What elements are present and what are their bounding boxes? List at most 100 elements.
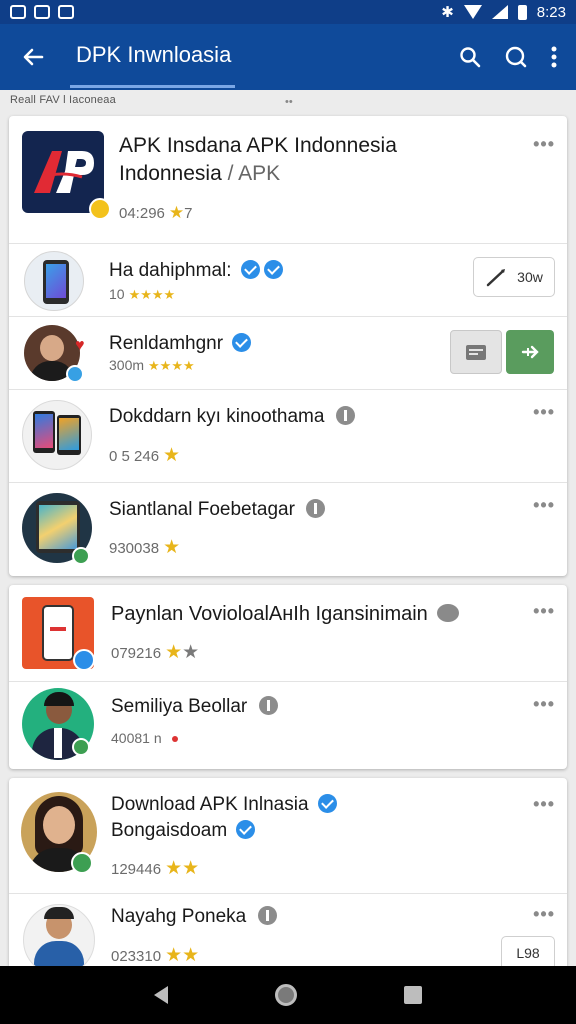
folder-button[interactable] [450,330,502,374]
badge-icon [66,365,84,383]
more-options-icon[interactable]: ••• [533,495,555,516]
app-meta: 930038 ★ [109,536,180,559]
app-name-text: Dokddarn kyı kinoothama [109,406,325,427]
send-button[interactable] [506,330,554,374]
list-item[interactable]: Nayahg Poneka 023310 ★★ ••• L98 [9,894,567,966]
verified-icon [236,820,256,839]
app-name: Ha dahiphmal: [109,260,283,282]
avatar [23,904,95,966]
verified-icon [232,333,252,352]
download-count: 300m [109,357,145,373]
phone-image-icon [43,260,69,304]
app-name-text: Siantlanal Foebetagar [109,499,295,520]
app-subtitle: Bongaisdoam [111,820,256,842]
folder-icon [466,345,486,360]
more-options-icon[interactable]: ••• [533,601,555,622]
page-title: DPK Inwnloasia [76,42,232,67]
status-bar: ✱ 8:23 [0,0,576,24]
rating-stars: ★★ [165,945,200,966]
rating-stars: ★★ [165,858,200,879]
app-name: Paynlan VoviolоalAнIh Igansinimain [111,603,460,626]
rating-stars: ★ [168,203,185,222]
more-options-icon[interactable]: ••• [533,904,555,925]
rating-stars: ★ [163,537,181,558]
list-item[interactable]: Semiliya Beollar 40081 n ••• [9,682,567,769]
system-nav-bar [0,966,576,1024]
avatar [22,400,92,470]
app-subtitle-text: Bongaisdoam [111,820,228,841]
edit-icon [486,269,506,287]
avatar [24,251,84,311]
bluetooth-icon: ✱ [441,4,454,21]
list-item[interactable]: Paynlan VoviolоalAнIh Igansinimain 07921… [9,585,567,682]
app-meta: 023310 ★★ [111,944,199,966]
app-title: Download APK Inlnasia [111,794,337,816]
app-meta: 129446 ★★ [111,857,199,880]
wifi-icon [463,5,482,19]
nav-home-icon[interactable] [274,984,297,1006]
list-item[interactable]: Dokddarn kyı kinoothama 0 5 246 ★ ••• [9,390,567,483]
search-icon[interactable] [458,45,482,69]
alert-icon [171,736,178,742]
download-count: 079216 [111,645,162,662]
app-name: Nayahg Poneka [111,906,277,928]
app-list-card: Paynlan VoviolоalAнIh Igansinimain 07921… [9,585,567,769]
app-list-card: Download APK Inlnasia Bongaisdoam 129446… [9,778,567,966]
more-options-icon[interactable]: ••• [533,402,555,423]
download-count: 930038 [109,540,160,557]
install-button[interactable]: 30w [473,257,555,297]
section-label: Reall FAV l Iaconeaa [10,94,116,106]
rating-stars: ★★★★ [128,287,176,302]
nav-recents-icon[interactable] [404,986,423,1004]
notification-icon [10,5,26,19]
app-name: Semiliya Beollar [111,696,278,718]
image-notification-icon [58,5,74,19]
app-subtitle: Indonnesia / APK [119,162,280,186]
more-options-icon[interactable]: ••• [533,794,555,815]
app-name: Dokddarn kyı kinoothama [109,406,355,428]
list-item[interactable]: Ha dahiphmal: 10 ★★★★ 30w [9,244,567,317]
download-count: 129446 [111,861,162,878]
app-name-text: Download APK Inlnasia [111,794,309,815]
nav-back-icon[interactable] [153,986,168,1004]
badge-icon [72,547,90,565]
status-time: 8:23 [536,3,566,21]
rating-stars-empty: ★ [182,642,200,663]
more-options-icon[interactable]: ••• [533,134,555,155]
app-meta: 10 ★★★★ [109,286,175,303]
overflow-menu-icon[interactable] [550,45,558,69]
app-name-text: Nayahg Poneka [111,906,247,927]
list-item[interactable]: Siantlanal Foebetagar 930038 ★ ••• [9,483,567,576]
info-icon [257,906,277,925]
action-button-label: L98 [516,945,540,961]
verified-icon [317,794,337,813]
download-count: 10 [109,286,125,302]
back-button[interactable] [0,24,66,90]
send-icon [521,345,539,359]
app-name-text: Semiliya Beollar [111,696,248,717]
app-name: Renldamhgnr [109,333,252,355]
badge-icon [71,852,93,874]
list-item[interactable]: APK Insdana APK Indonnesia Indonnesia / … [9,116,567,244]
list-item[interactable]: Download APK Inlnasia Bongaisdoam 129446… [9,778,567,894]
badge-icon [89,198,111,220]
rating-stars: ★★★★ [148,358,195,373]
app-subtitle-suffix: / APK [221,162,281,185]
section-dots: •• [285,96,293,108]
signal-icon [491,5,508,19]
verified-icon [240,260,260,279]
info-icon [258,696,278,715]
action-button[interactable]: L98 [501,936,555,966]
badge-icon [73,649,95,671]
more-options-icon[interactable]: ••• [533,694,555,715]
app-list-card: APK Insdana APK Indonnesia Indonnesia / … [9,116,567,576]
chat-icon [437,604,460,622]
battery-icon [517,4,527,20]
app-name: Siantlanal Foebetagar [109,499,326,521]
app-meta: 04:296 ★7 [119,203,192,223]
list-item[interactable]: ♥ Renldamhgnr 300m ★★★★ [9,317,567,390]
info-icon [335,406,355,425]
download-count: 40081 n [111,730,162,746]
app-title: APK Insdana APK Indonnesia [119,134,397,157]
search-icon[interactable] [504,45,528,69]
